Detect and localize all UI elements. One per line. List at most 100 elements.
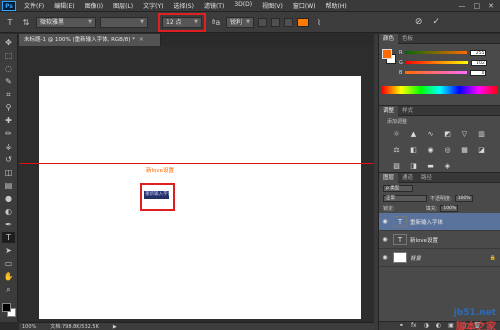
align-center-button[interactable] bbox=[271, 17, 280, 27]
threshold-icon[interactable]: ◨ bbox=[408, 161, 419, 171]
slider-b-value[interactable]: 0 bbox=[470, 69, 487, 76]
eraser-tool-icon[interactable]: ◫ bbox=[2, 167, 15, 178]
exposure-icon[interactable]: ◩ bbox=[442, 129, 453, 139]
cancel-icon[interactable]: ⊘ bbox=[415, 17, 423, 27]
hand-tool-icon[interactable]: ✋ bbox=[2, 271, 15, 282]
menu-item[interactable]: 滤镜(T) bbox=[199, 1, 229, 10]
layer-name[interactable]: 重新输入字体 bbox=[410, 218, 443, 226]
color-balance-icon[interactable]: ⚖ bbox=[391, 145, 402, 155]
tab-adjustments[interactable]: 调整 bbox=[379, 105, 399, 116]
curves-icon[interactable]: ∿ bbox=[425, 129, 436, 139]
healing-brush-tool-icon[interactable]: ✚ bbox=[2, 115, 15, 126]
brush-tool-icon[interactable]: ✏ bbox=[2, 128, 15, 139]
tab-layers[interactable]: 图层 bbox=[379, 172, 399, 183]
eye-icon[interactable]: ◉ bbox=[379, 236, 391, 243]
vibrance-icon[interactable]: ▽ bbox=[459, 129, 470, 139]
blur-tool-icon[interactable]: ● bbox=[2, 193, 15, 204]
align-left-button[interactable] bbox=[258, 17, 267, 27]
path-select-tool-icon[interactable]: ➤ bbox=[2, 245, 15, 256]
move-tool-icon[interactable]: ✥ bbox=[2, 37, 15, 48]
quick-select-tool-icon[interactable]: ✎ bbox=[2, 76, 15, 87]
antialias-select[interactable]: 锐利 ▼ bbox=[226, 16, 254, 28]
horizontal-guide[interactable] bbox=[19, 163, 374, 164]
layer-name[interactable]: 背景 bbox=[410, 254, 421, 262]
eyedropper-tool-icon[interactable]: ⚲ bbox=[2, 102, 15, 113]
crop-tool-icon[interactable]: ⌗ bbox=[2, 89, 15, 100]
zoom-tool-icon[interactable]: ⌕ bbox=[2, 284, 15, 295]
minimize-icon[interactable]: — bbox=[459, 2, 466, 10]
layer-name[interactable]: 新love设置 bbox=[410, 236, 438, 244]
tab-styles[interactable]: 样式 bbox=[398, 106, 417, 116]
channel-mixer-icon[interactable]: ◎ bbox=[442, 145, 453, 155]
photo-filter-icon[interactable]: ◉ bbox=[425, 145, 436, 155]
menu-item[interactable]: 3D(D) bbox=[229, 1, 257, 10]
align-right-button[interactable] bbox=[284, 17, 293, 27]
invert-icon[interactable]: ◪ bbox=[476, 145, 487, 155]
black-white-icon[interactable]: ◧ bbox=[408, 145, 419, 155]
commit-check-icon[interactable]: ✓ bbox=[432, 17, 440, 27]
fg-bg-color-swatches[interactable] bbox=[1, 303, 16, 317]
foreground-color-swatch[interactable] bbox=[382, 49, 392, 59]
slider-r-track[interactable] bbox=[405, 51, 468, 54]
slider-b-track[interactable] bbox=[405, 71, 468, 74]
slider-g-value[interactable]: 102 bbox=[470, 59, 487, 66]
color-spectrum[interactable] bbox=[382, 86, 498, 94]
gradient-map-icon[interactable]: ▬ bbox=[425, 161, 436, 171]
layer-kind-filter[interactable]: ρ 类型 bbox=[383, 184, 413, 192]
slider-b[interactable]: B 0 bbox=[399, 69, 499, 76]
warp-text-icon[interactable]: ⌇ bbox=[313, 16, 325, 28]
eye-icon[interactable]: ◉ bbox=[379, 254, 391, 261]
menu-item[interactable]: 文字(Y) bbox=[138, 1, 168, 10]
tab-channels[interactable]: 通道 bbox=[398, 173, 417, 183]
slider-g-track[interactable] bbox=[405, 61, 468, 64]
selective-color-icon[interactable]: ◈ bbox=[442, 161, 453, 171]
history-brush-tool-icon[interactable]: ↺ bbox=[2, 154, 15, 165]
layer-row[interactable]: ◉ T 新love设置 bbox=[379, 231, 500, 249]
menu-item[interactable]: 窗口(W) bbox=[288, 1, 321, 10]
opacity-input[interactable]: 100% bbox=[454, 194, 473, 202]
canvas-area[interactable]: 新love设置 重新输入字体 bbox=[19, 46, 374, 321]
layer-row[interactable]: ◉ 背景 🔒 bbox=[379, 249, 500, 267]
tab-paths[interactable]: 路径 bbox=[417, 173, 436, 183]
type-tool-icon[interactable]: T bbox=[4, 16, 16, 28]
fill-input[interactable]: 100% bbox=[440, 204, 459, 212]
dodge-tool-icon[interactable]: ◐ bbox=[2, 206, 15, 217]
pen-tool-icon[interactable]: ✒ bbox=[2, 219, 15, 230]
levels-icon[interactable]: ▲ bbox=[408, 129, 419, 139]
posterize-icon[interactable]: ▧ bbox=[391, 161, 402, 171]
slider-g[interactable]: G 102 bbox=[399, 59, 499, 66]
menu-item[interactable]: 视图(V) bbox=[257, 1, 288, 10]
slider-r-value[interactable]: 255 bbox=[470, 49, 487, 56]
hue-sat-icon[interactable]: ▥ bbox=[476, 129, 487, 139]
status-menu-arrow-icon[interactable]: ▶ bbox=[113, 324, 117, 330]
type-tool-icon[interactable]: T bbox=[2, 232, 15, 243]
maximize-icon[interactable]: □ bbox=[474, 2, 481, 10]
eye-icon[interactable]: ◉ bbox=[379, 218, 391, 225]
tab-swatches[interactable]: 色板 bbox=[398, 34, 417, 44]
menu-item[interactable]: 帮助(H) bbox=[321, 1, 352, 10]
close-icon[interactable]: ✕ bbox=[139, 37, 144, 43]
shape-tool-icon[interactable]: ▭ bbox=[2, 258, 15, 269]
document-tab[interactable]: 未标题-1 @ 100% (重新输入字体, RGB/8) * ✕ bbox=[19, 34, 161, 46]
menu-item[interactable]: 选择(S) bbox=[168, 1, 199, 10]
menu-item[interactable]: 编辑(E) bbox=[49, 1, 79, 10]
tab-color[interactable]: 颜色 bbox=[379, 33, 399, 44]
canvas-text-layer[interactable]: 新love设置 bbox=[146, 166, 174, 174]
blend-mode-select[interactable]: 正常 bbox=[383, 194, 427, 202]
zoom-level[interactable]: 100% bbox=[22, 324, 36, 330]
font-style-select[interactable]: ▼ bbox=[100, 16, 148, 28]
layer-row[interactable]: ◉ T 重新输入字体 bbox=[379, 213, 500, 231]
marquee-tool-icon[interactable]: ⬚ bbox=[2, 50, 15, 61]
text-orientation-icon[interactable]: ⇅ bbox=[20, 16, 32, 28]
brightness-icon[interactable]: ☼ bbox=[391, 129, 402, 139]
font-family-select[interactable]: 微软雅黑 ▼ bbox=[36, 16, 96, 28]
menu-item[interactable]: 文件(F) bbox=[19, 1, 49, 10]
foreground-color-swatch[interactable] bbox=[1, 303, 11, 312]
close-window-icon[interactable]: ✕ bbox=[488, 2, 494, 10]
layer-footer-icon[interactable]: ⚭ bbox=[399, 322, 404, 330]
font-size-select[interactable]: 12 点 ▼ bbox=[162, 16, 202, 28]
menu-item[interactable]: 图层(L) bbox=[108, 1, 138, 10]
color-lookup-icon[interactable]: ▦ bbox=[459, 145, 470, 155]
slider-r[interactable]: R 255 bbox=[399, 49, 499, 56]
text-color-swatch[interactable] bbox=[297, 17, 309, 27]
